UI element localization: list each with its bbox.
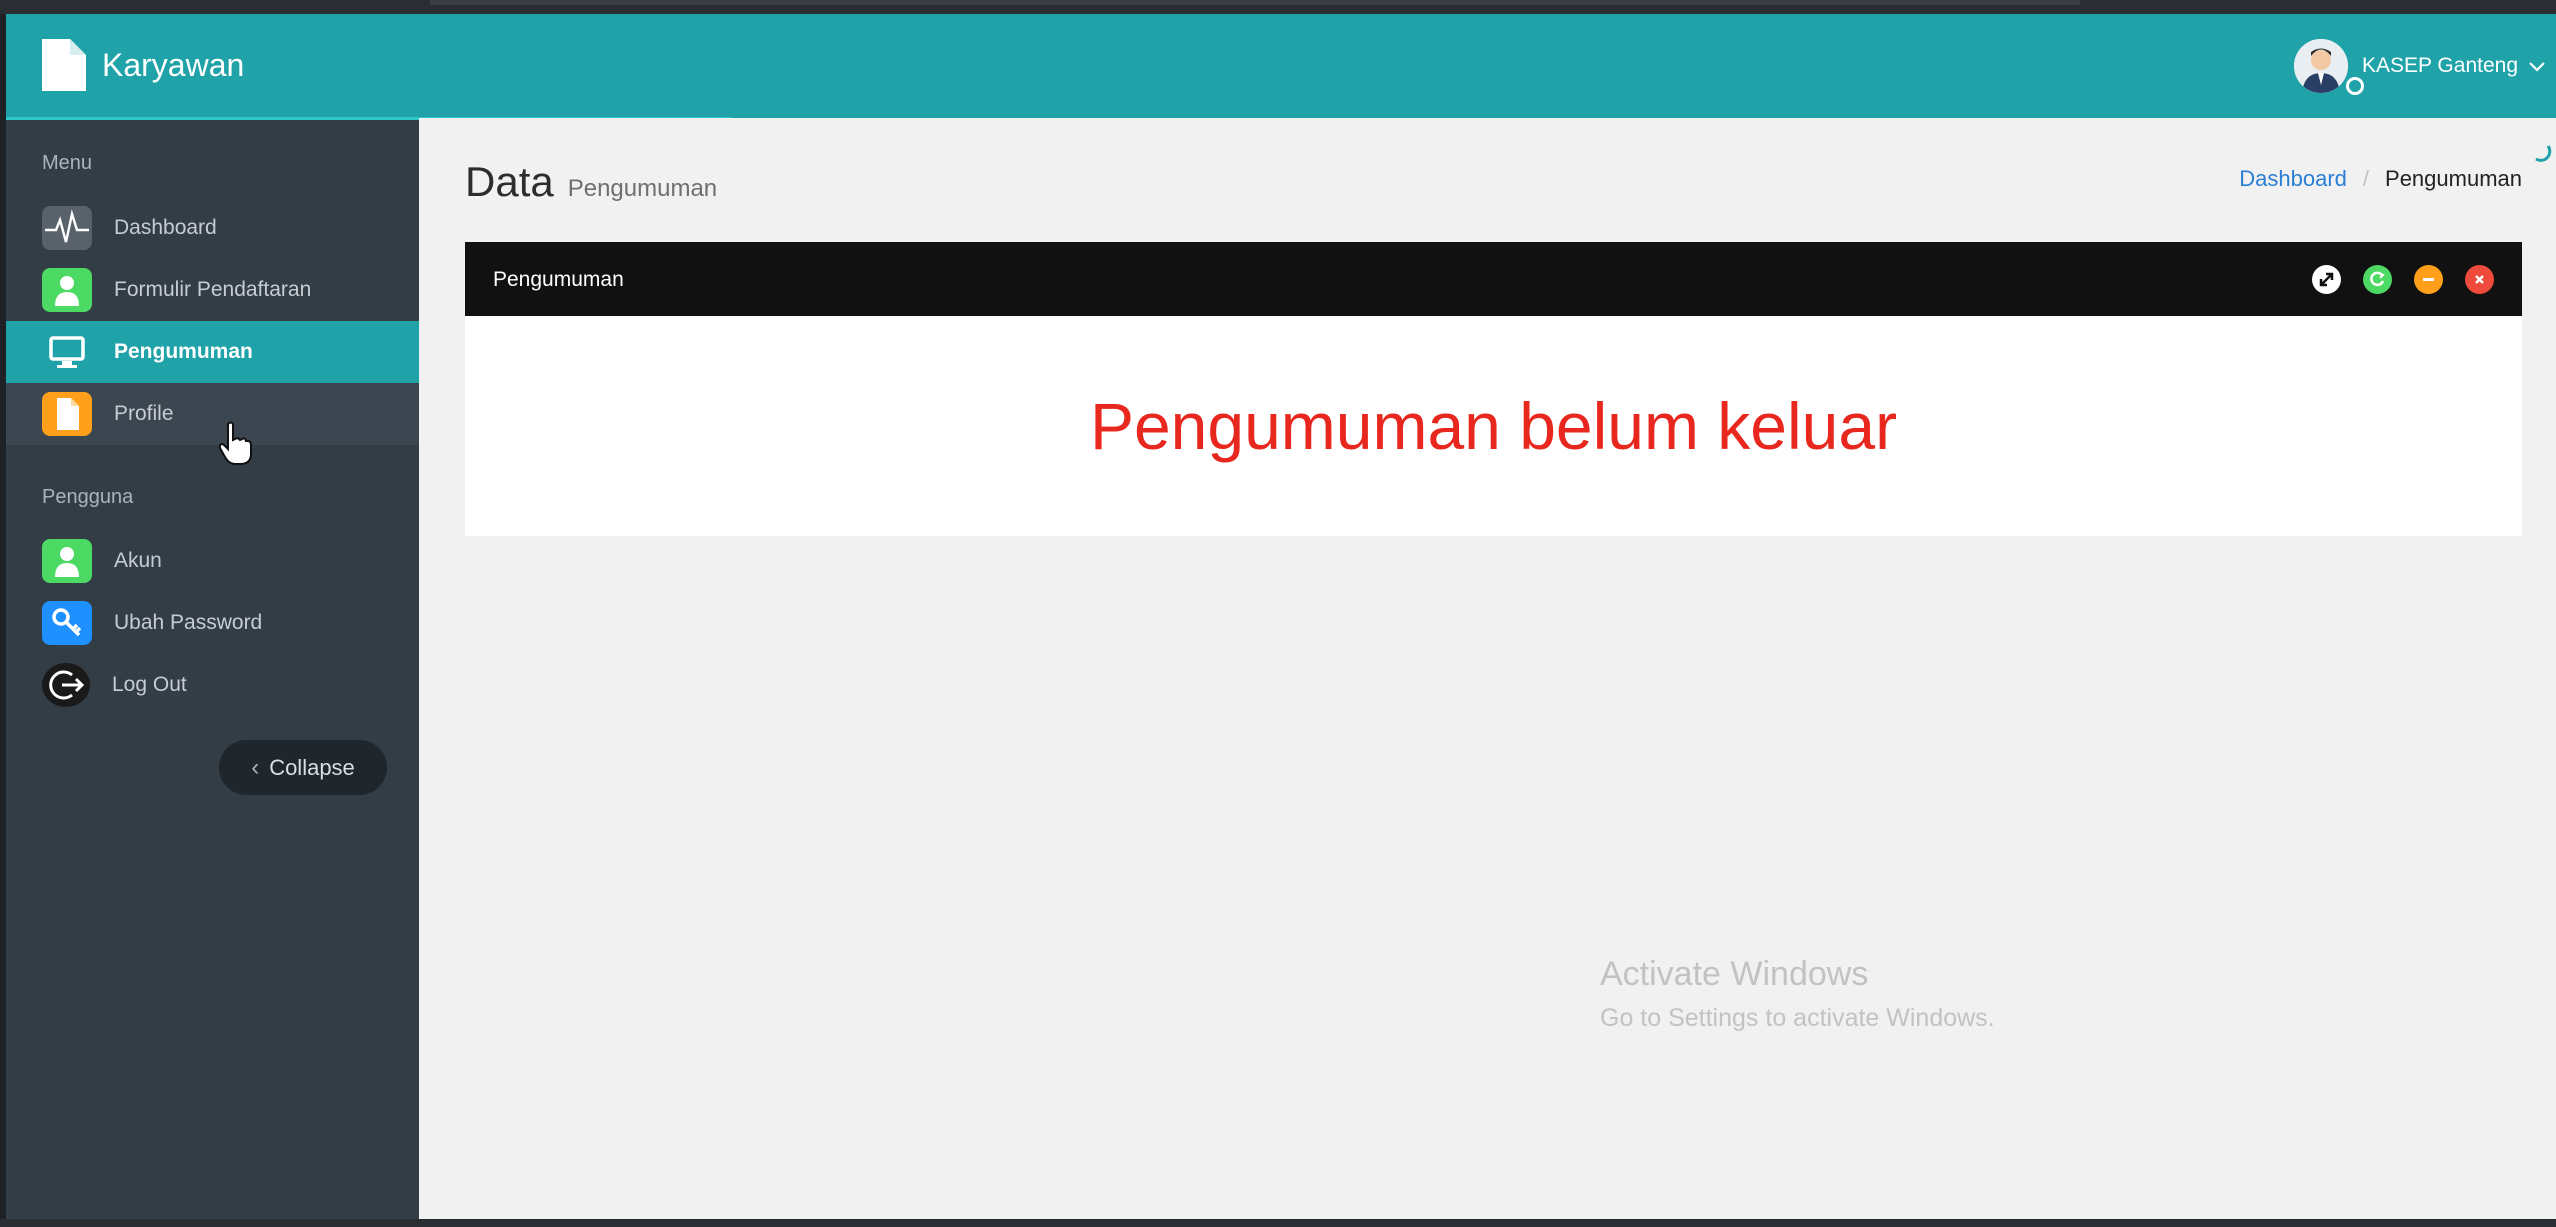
watermark-line-1: Activate Windows bbox=[1600, 955, 1869, 993]
avatar-wrap bbox=[2293, 39, 2364, 95]
breadcrumb-separator: / bbox=[2362, 166, 2370, 191]
avatar bbox=[2293, 39, 2348, 93]
chevron-left-icon: ‹ bbox=[251, 753, 260, 781]
sidebar-item-akun[interactable]: Akun bbox=[6, 530, 419, 592]
logout-icon bbox=[42, 663, 90, 707]
panel-body: Pengumuman belum keluar bbox=[465, 316, 2522, 536]
sidebar-item-log-out[interactable]: Log Out bbox=[6, 654, 419, 716]
sidebar-section-menu: Menu bbox=[42, 152, 93, 174]
breadcrumb-current: Pengumuman bbox=[2385, 166, 2522, 191]
page-title-main: Data bbox=[465, 158, 554, 205]
breadcrumb: Dashboard / Pengumuman bbox=[2239, 166, 2522, 192]
avatar-person-icon bbox=[2293, 39, 2348, 93]
sidebar-section-pengguna: Pengguna bbox=[42, 486, 134, 508]
minimize-icon[interactable] bbox=[2414, 265, 2443, 294]
sidebar-item-profile[interactable]: Profile bbox=[6, 383, 419, 445]
document-icon bbox=[42, 392, 92, 436]
sidebar-item-ubah-password[interactable]: Ubah Password bbox=[6, 592, 419, 654]
collapse-button[interactable]: ‹ Collapse bbox=[219, 740, 387, 795]
monitor-icon bbox=[42, 330, 92, 374]
watermark-line-2: Go to Settings to activate Windows. bbox=[1600, 1004, 1995, 1032]
expand-icon[interactable] bbox=[2312, 265, 2341, 294]
loading-spinner-icon bbox=[2535, 145, 2552, 162]
sidebar-item-label: Profile bbox=[114, 402, 174, 425]
document-icon bbox=[42, 39, 86, 91]
user-menu[interactable]: KASEP Ganteng bbox=[2293, 36, 2548, 96]
sidebar-item-label: Akun bbox=[114, 549, 162, 572]
windows-activation-watermark: Activate Windows Go to Settings to activ… bbox=[1600, 955, 1995, 1033]
breadcrumb-link-dashboard[interactable]: Dashboard bbox=[2239, 166, 2347, 192]
app-header: Karyawan KASEP Ganteng bbox=[6, 14, 2556, 118]
announcement-message: Pengumuman belum keluar bbox=[1089, 389, 1898, 463]
user-icon bbox=[42, 539, 92, 583]
panel-tools bbox=[2290, 265, 2494, 294]
sidebar-item-label: Dashboard bbox=[114, 216, 217, 239]
brand[interactable]: Karyawan bbox=[38, 32, 244, 98]
sidebar: Menu Dashboard Formulir Pendaftaran Peng… bbox=[6, 118, 419, 1223]
page-title-sub: Pengumuman bbox=[567, 175, 718, 202]
page-title: Data Pengumuman bbox=[465, 158, 717, 206]
sidebar-item-dashboard[interactable]: Dashboard bbox=[6, 197, 419, 259]
sidebar-item-label: Ubah Password bbox=[114, 611, 263, 634]
app-title: Karyawan bbox=[102, 46, 245, 83]
chevron-down-icon[interactable] bbox=[2526, 55, 2548, 77]
panel-title: Pengumuman bbox=[493, 268, 624, 291]
screen: Karyawan KASEP Ganteng Menu Dashboard Fo… bbox=[0, 0, 2556, 1227]
online-status-dot bbox=[2345, 77, 2364, 95]
sidebar-item-label: Log Out bbox=[112, 673, 187, 696]
close-icon[interactable] bbox=[2465, 265, 2494, 294]
sidebar-item-label: Formulir Pendaftaran bbox=[114, 278, 312, 301]
pulse-icon bbox=[42, 206, 92, 250]
main-content: Data Pengumuman Dashboard / Pengumuman P… bbox=[419, 118, 2556, 1223]
collapse-label: Collapse bbox=[269, 754, 355, 780]
bottom-strip bbox=[0, 1219, 2556, 1227]
user-icon bbox=[42, 268, 92, 312]
sidebar-item-label: Pengumuman bbox=[114, 340, 253, 363]
reload-icon[interactable] bbox=[2363, 265, 2392, 294]
sidebar-item-pengumuman[interactable]: Pengumuman bbox=[6, 321, 419, 383]
panel-header: Pengumuman bbox=[465, 242, 2522, 316]
sidebar-item-formulir-pendaftaran[interactable]: Formulir Pendaftaran bbox=[6, 259, 419, 321]
browser-top-strip bbox=[0, 0, 2556, 14]
hand-cursor-icon bbox=[218, 421, 252, 465]
user-name: KASEP Ganteng bbox=[2361, 54, 2518, 77]
announcement-panel: Pengumuman Pengumuman belum keluar bbox=[465, 242, 2522, 536]
key-icon bbox=[42, 601, 92, 645]
